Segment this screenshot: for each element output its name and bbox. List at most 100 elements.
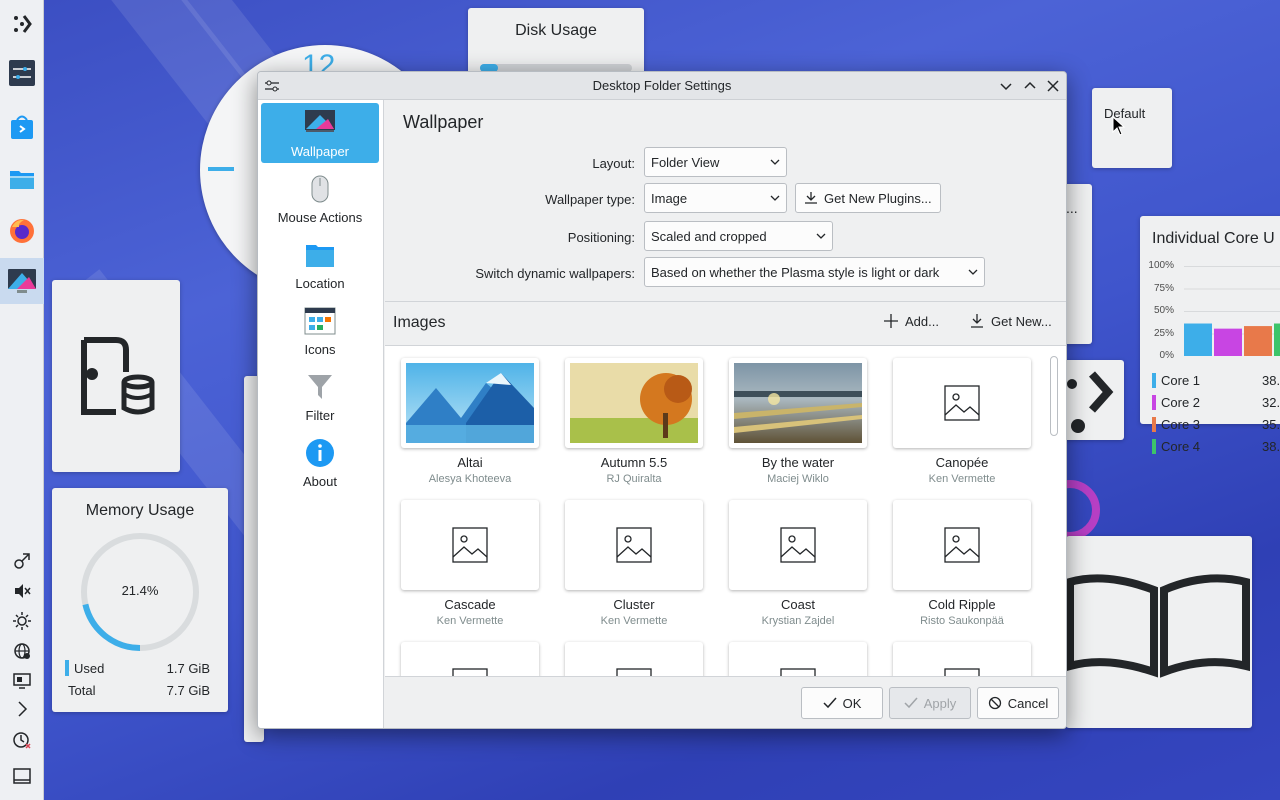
core-bar	[1184, 323, 1212, 356]
wallpaper-thumb-cold-ripple[interactable]	[893, 500, 1031, 590]
scrollbar-thumb[interactable]	[1050, 356, 1058, 436]
layout-combobox[interactable]: Folder View	[644, 147, 787, 177]
discover-store-icon[interactable]	[6, 111, 38, 143]
add-label: Add...	[905, 313, 939, 329]
wallpaper-thumb-altai[interactable]	[401, 358, 539, 448]
core-legend-swatch	[1152, 373, 1156, 388]
add-image-button[interactable]: Add...	[883, 313, 939, 329]
chevron-down-icon	[770, 159, 780, 165]
core-legend-name: Core 1	[1161, 373, 1201, 388]
core-axis-tick: 0%	[1159, 350, 1174, 361]
wallpaper-thumb-autumn[interactable]	[565, 358, 703, 448]
get-new-wallpapers-button[interactable]: Get New...	[969, 313, 1052, 329]
core-axis-tick: 75%	[1153, 282, 1174, 294]
sidebar-item-wallpaper[interactable]: Wallpaper	[261, 103, 379, 163]
wallpaper-author: Ken Vermette	[436, 615, 504, 627]
launcher-widget[interactable]	[1060, 360, 1124, 440]
clock-icon[interactable]	[12, 730, 32, 750]
wallpaper-name: By the water	[761, 455, 835, 470]
used-value: 1.7 GiB	[166, 661, 210, 676]
switch-dynamic-label: Switch dynamic wallpapers:	[475, 266, 635, 281]
maximize-button[interactable]	[1021, 77, 1039, 95]
sidebar-item-label: Icons	[304, 342, 336, 357]
wallpaper-author: RJ Quiralta	[606, 473, 662, 485]
sidebar-item-mouse-actions[interactable]: Mouse Actions	[261, 169, 379, 229]
close-icon	[1047, 80, 1059, 92]
wallpaper-type-value: Image	[651, 191, 688, 206]
positioning-combobox[interactable]: Scaled and cropped	[644, 221, 833, 251]
wallpaper-author: Ken Vermette	[928, 473, 996, 485]
close-button[interactable]	[1044, 77, 1062, 95]
mouse-icon	[311, 175, 329, 203]
sidebar-item-filter[interactable]: Filter	[261, 367, 379, 427]
sidebar-item-location[interactable]: Location	[261, 235, 379, 295]
default-widget[interactable]: Default	[1092, 88, 1172, 168]
wallpaper-thumb-cascade[interactable]	[401, 500, 539, 590]
left-panel	[0, 0, 44, 800]
app-launcher-icon[interactable]	[6, 8, 38, 40]
system-settings-icon[interactable]	[6, 57, 38, 89]
switch-dynamic-value: Based on whether the Plasma style is lig…	[651, 265, 940, 280]
core-legend-swatch	[1152, 439, 1156, 454]
sidebar-item-about[interactable]: About	[261, 433, 379, 493]
wallpaper-thumb-by-the-water[interactable]	[729, 358, 867, 448]
switch-dynamic-combobox[interactable]: Based on whether the Plasma style is lig…	[644, 257, 985, 287]
wallpaper-thumb-cluster[interactable]	[565, 500, 703, 590]
get-new-plugins-button[interactable]: Get New Plugins...	[795, 183, 941, 213]
network-icon[interactable]	[12, 641, 32, 661]
core-legend-swatch	[1152, 395, 1156, 410]
wallpaper-type-combobox[interactable]: Image	[644, 183, 787, 213]
wallpaper-thumb-coast[interactable]	[729, 500, 867, 590]
file-manager-icon[interactable]	[6, 163, 38, 195]
image-placeholder-icon	[944, 527, 980, 563]
disk-usage-title: Disk Usage	[515, 22, 597, 39]
clock-hour-mark	[208, 167, 234, 171]
desktop-folder-settings-dialog: Desktop Folder Settings Wallpaper Mouse …	[257, 71, 1067, 729]
core-bar	[1244, 326, 1272, 356]
volume-muted-icon[interactable]	[12, 581, 32, 601]
download-icon	[805, 192, 817, 204]
type-label-row: Wallpaper type:	[385, 190, 635, 210]
title-bar[interactable]: Desktop Folder Settings	[258, 72, 1066, 100]
ok-button[interactable]: OK	[801, 687, 883, 719]
expand-tray-icon[interactable]	[12, 699, 32, 719]
get-new-label: Get New...	[991, 313, 1052, 329]
used-indicator	[65, 660, 69, 676]
core-legend-swatch	[1152, 417, 1156, 432]
wallpaper-thumb-canopee[interactable]	[893, 358, 1031, 448]
image-placeholder-icon	[944, 385, 980, 421]
wallpaper-name: Cluster	[613, 597, 655, 612]
wallpaper-author: Maciej Wiklo	[767, 473, 829, 485]
core-legend-name: Core 2	[1161, 395, 1201, 410]
book-icon	[1066, 574, 1250, 678]
total-value: 7.7 GiB	[166, 683, 210, 698]
cancel-button[interactable]: Cancel	[977, 687, 1059, 719]
brightness-icon[interactable]	[12, 611, 32, 631]
positioning-label-row: Positioning:	[385, 228, 635, 248]
updates-icon[interactable]	[12, 551, 32, 571]
folder-icon	[306, 245, 334, 267]
desktop-settings-task-icon[interactable]	[0, 258, 44, 304]
dynamic-label-row: Switch dynamic wallpapers:	[385, 264, 635, 284]
positioning-label: Positioning:	[567, 230, 635, 245]
images-title: Images	[393, 314, 446, 331]
core-usage-title: Individual Core U	[1152, 230, 1275, 247]
sidebar-item-label: Mouse Actions	[277, 210, 363, 225]
wallpaper-name: Altai	[457, 455, 483, 470]
minimize-button[interactable]	[997, 77, 1015, 95]
show-desktop-icon[interactable]	[12, 766, 32, 786]
sidebar-item-icons[interactable]: Icons	[261, 301, 379, 361]
apply-button[interactable]: Apply	[889, 687, 971, 719]
get-new-plugins-label: Get New Plugins...	[824, 190, 932, 206]
grid-scrollbar[interactable]	[1050, 350, 1058, 705]
core-axis-tick: 50%	[1153, 305, 1174, 316]
display-config-icon[interactable]	[12, 671, 32, 691]
wallpaper-name: Autumn 5.5	[600, 455, 668, 470]
positioning-value: Scaled and cropped	[651, 229, 767, 244]
core-axis-tick: 25%	[1153, 327, 1174, 339]
chevron-down-icon	[816, 233, 826, 239]
wallpaper-name: Cascade	[444, 597, 496, 612]
plus-icon	[884, 314, 898, 328]
firefox-icon[interactable]	[6, 215, 38, 247]
core-axis-tick: 100%	[1148, 260, 1174, 271]
